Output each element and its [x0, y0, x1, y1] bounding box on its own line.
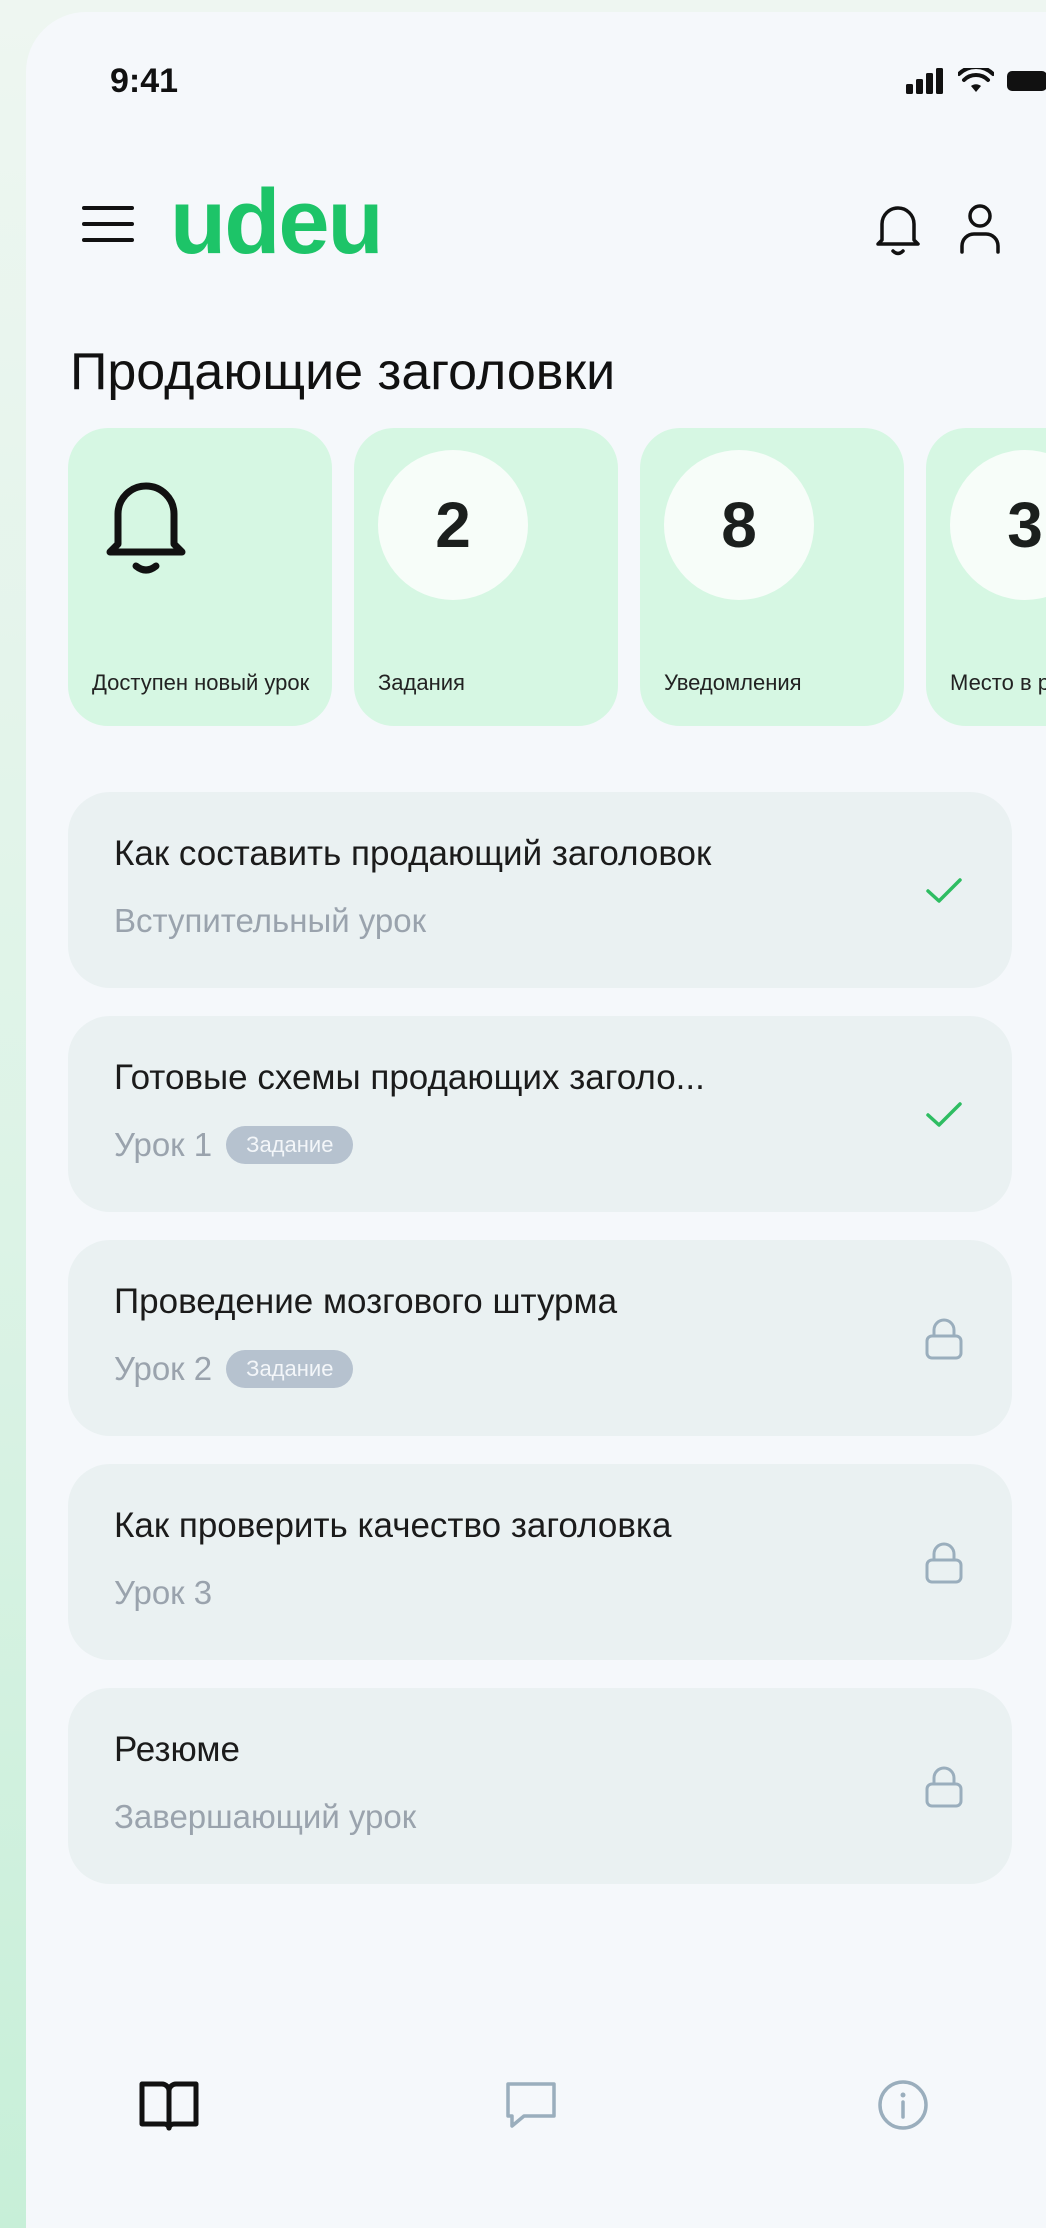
lesson-subtitle-row: Урок 1 Задание	[114, 1126, 354, 1164]
lesson-item[interactable]: Как составить продающий заголовок Вступи…	[68, 792, 1012, 988]
stats-cards: Доступен новый урок 2 Задания 8 Уведомле…	[68, 428, 1046, 738]
signal-icon	[906, 68, 943, 94]
lesson-item[interactable]: Как проверить качество заголовка Урок 3	[68, 1464, 1012, 1660]
page-title: Продающие заголовки	[70, 343, 616, 401]
lesson-item[interactable]: Готовые схемы продающих заголо... Урок 1…	[68, 1016, 1012, 1212]
check-icon	[926, 878, 962, 903]
lesson-subtitle-row: Урок 3	[114, 1574, 212, 1612]
lock-icon	[925, 1318, 963, 1360]
app-header: udeu	[78, 176, 1038, 272]
card-new-lesson[interactable]: Доступен новый урок	[68, 428, 332, 726]
lesson-title: Как составить продающий заголовок	[114, 834, 712, 873]
app-screen: 9:41 udeu Продающие заголовки Доступен н…	[26, 12, 1046, 2228]
menu-button[interactable]	[82, 204, 138, 244]
info-icon	[878, 2080, 928, 2130]
wifi-icon	[958, 68, 994, 92]
lesson-subtitle-row: Вступительный урок	[114, 902, 426, 940]
card-value: 3	[950, 450, 1046, 600]
status-time: 9:41	[110, 62, 179, 100]
tab-lessons[interactable]	[134, 2070, 204, 2140]
card-label: Место в рейтинге	[950, 670, 1046, 695]
notifications-button[interactable]	[866, 196, 930, 260]
hamburger-icon	[82, 206, 134, 242]
battery-icon	[1007, 71, 1046, 91]
lesson-item[interactable]: Проведение мозгового штурма Урок 2 Задан…	[68, 1240, 1012, 1436]
chat-icon	[506, 2082, 556, 2128]
user-icon	[960, 204, 1000, 254]
app-logo[interactable]: udeu	[170, 176, 384, 268]
lesson-title: Как проверить качество заголовка	[114, 1506, 672, 1545]
lock-icon	[925, 1766, 963, 1808]
card-rank[interactable]: 3 Место в рейтинге	[926, 428, 1046, 726]
lesson-title: Готовые схемы продающих заголо...	[114, 1058, 705, 1097]
task-badge: Задание	[226, 1126, 354, 1164]
status-bar: 9:41	[110, 62, 1046, 112]
lesson-subtitle: Урок 1	[114, 1126, 213, 1163]
lock-icon	[925, 1542, 963, 1584]
check-icon	[926, 1102, 962, 1127]
status-icons	[906, 68, 1046, 94]
lesson-subtitle: Урок 3	[114, 1574, 213, 1611]
card-tasks[interactable]: 2 Задания	[354, 428, 618, 726]
bell-icon	[106, 482, 186, 574]
lesson-list: Как составить продающий заголовок Вступи…	[68, 792, 1018, 1912]
card-notifications[interactable]: 8 Уведомления	[640, 428, 904, 726]
profile-button[interactable]	[948, 196, 1012, 260]
lesson-title: Проведение мозгового штурма	[114, 1282, 618, 1321]
lesson-title: Резюме	[114, 1730, 240, 1769]
lesson-subtitle: Вступительный урок	[114, 902, 427, 939]
task-badge: Задание	[226, 1350, 354, 1388]
lesson-subtitle: Завершающий урок	[114, 1798, 417, 1835]
book-icon	[139, 2081, 199, 2131]
lesson-subtitle-row: Урок 2 Задание	[114, 1350, 354, 1388]
card-label: Уведомления	[664, 670, 802, 695]
bell-icon	[876, 206, 920, 256]
lesson-subtitle: Урок 2	[114, 1350, 213, 1387]
card-value: 8	[664, 450, 814, 600]
card-label: Доступен новый урок	[92, 670, 310, 695]
tab-chat[interactable]	[496, 2070, 566, 2140]
card-label: Задания	[378, 670, 465, 695]
card-value: 2	[378, 450, 528, 600]
lesson-subtitle-row: Завершающий урок	[114, 1798, 416, 1836]
lesson-item[interactable]: Резюме Завершающий урок	[68, 1688, 1012, 1884]
tab-info[interactable]	[868, 2070, 938, 2140]
bottom-tab-bar	[26, 2042, 1046, 2162]
